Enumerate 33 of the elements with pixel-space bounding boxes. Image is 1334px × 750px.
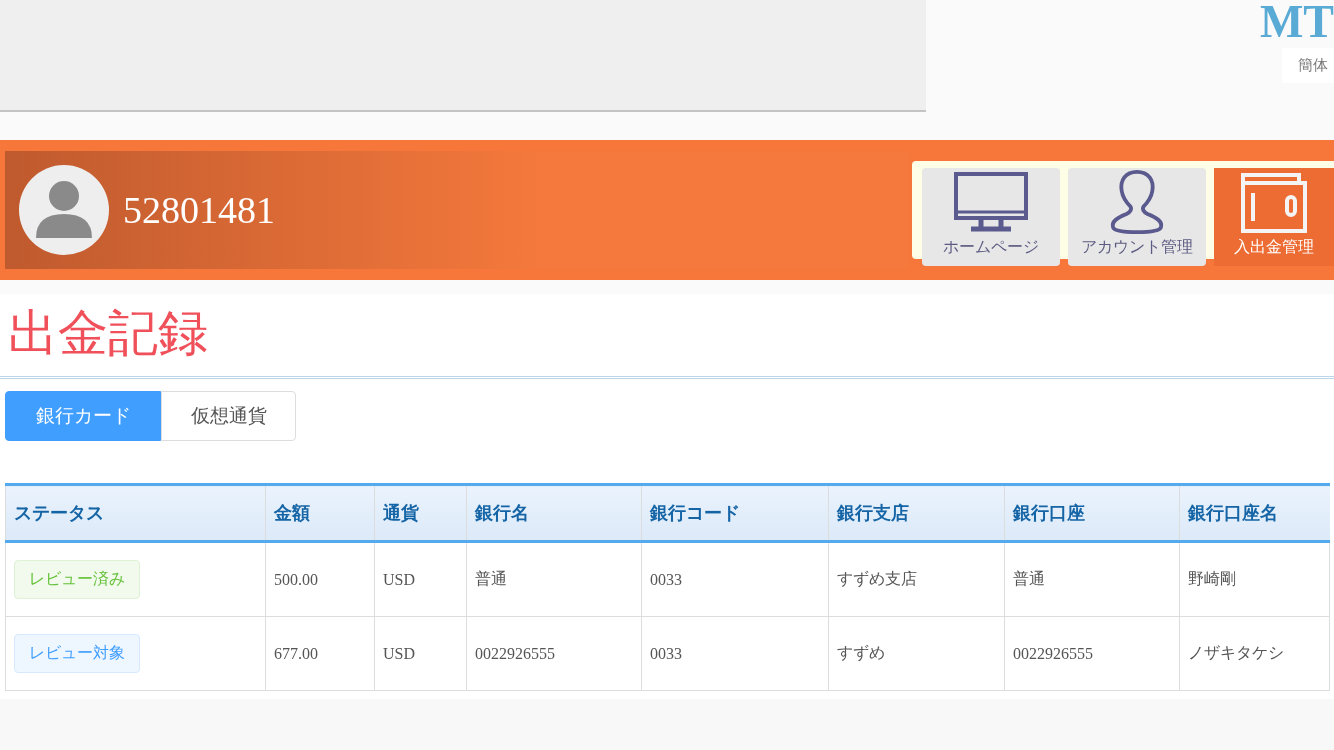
table-cell: 677.00 — [265, 616, 375, 691]
column-header: 銀行口座 — [1004, 484, 1180, 542]
table-cell: すずめ支店 — [828, 541, 1005, 617]
monitor-icon — [953, 171, 1029, 235]
nav-item[interactable]: ホームページ — [922, 168, 1060, 266]
nav-item[interactable]: アカウント管理 — [1068, 168, 1206, 266]
tab[interactable]: 仮想通貨 — [161, 391, 296, 441]
table-cell: 0022926555 — [1004, 616, 1180, 691]
table-cell: 普通 — [1004, 541, 1180, 617]
table-cell: 普通 — [466, 541, 642, 617]
table-cell: 0022926555 — [466, 616, 642, 691]
account-number: 52801481 — [123, 188, 275, 232]
table-cell: すずめ — [828, 616, 1005, 691]
column-header: 銀行支店 — [828, 484, 1005, 542]
column-header: 通貨 — [374, 484, 467, 542]
column-header: 銀行名 — [466, 484, 642, 542]
column-header: 金額 — [265, 484, 375, 542]
page-title: 出金記録 — [8, 304, 209, 363]
status-tag: レビュー済み — [14, 560, 140, 599]
table-cell: 野崎剛 — [1179, 541, 1330, 617]
status-tag: レビュー対象 — [14, 634, 140, 673]
nav-item[interactable]: 入出金管理 — [1214, 168, 1334, 266]
table-cell: 0033 — [641, 616, 829, 691]
table-cell: ノザキタケシ — [1179, 616, 1330, 691]
table-cell: 0033 — [641, 541, 829, 617]
column-header: 銀行コード — [641, 484, 829, 542]
column-header: ステータス — [5, 484, 266, 542]
table-cell: USD — [374, 616, 467, 691]
language-selector[interactable]: 簡体 — [1282, 48, 1334, 83]
table-cell: 500.00 — [265, 541, 375, 617]
table-cell: USD — [374, 541, 467, 617]
logo: MT — [1259, 0, 1334, 44]
column-header: 銀行口座名 — [1179, 484, 1330, 542]
